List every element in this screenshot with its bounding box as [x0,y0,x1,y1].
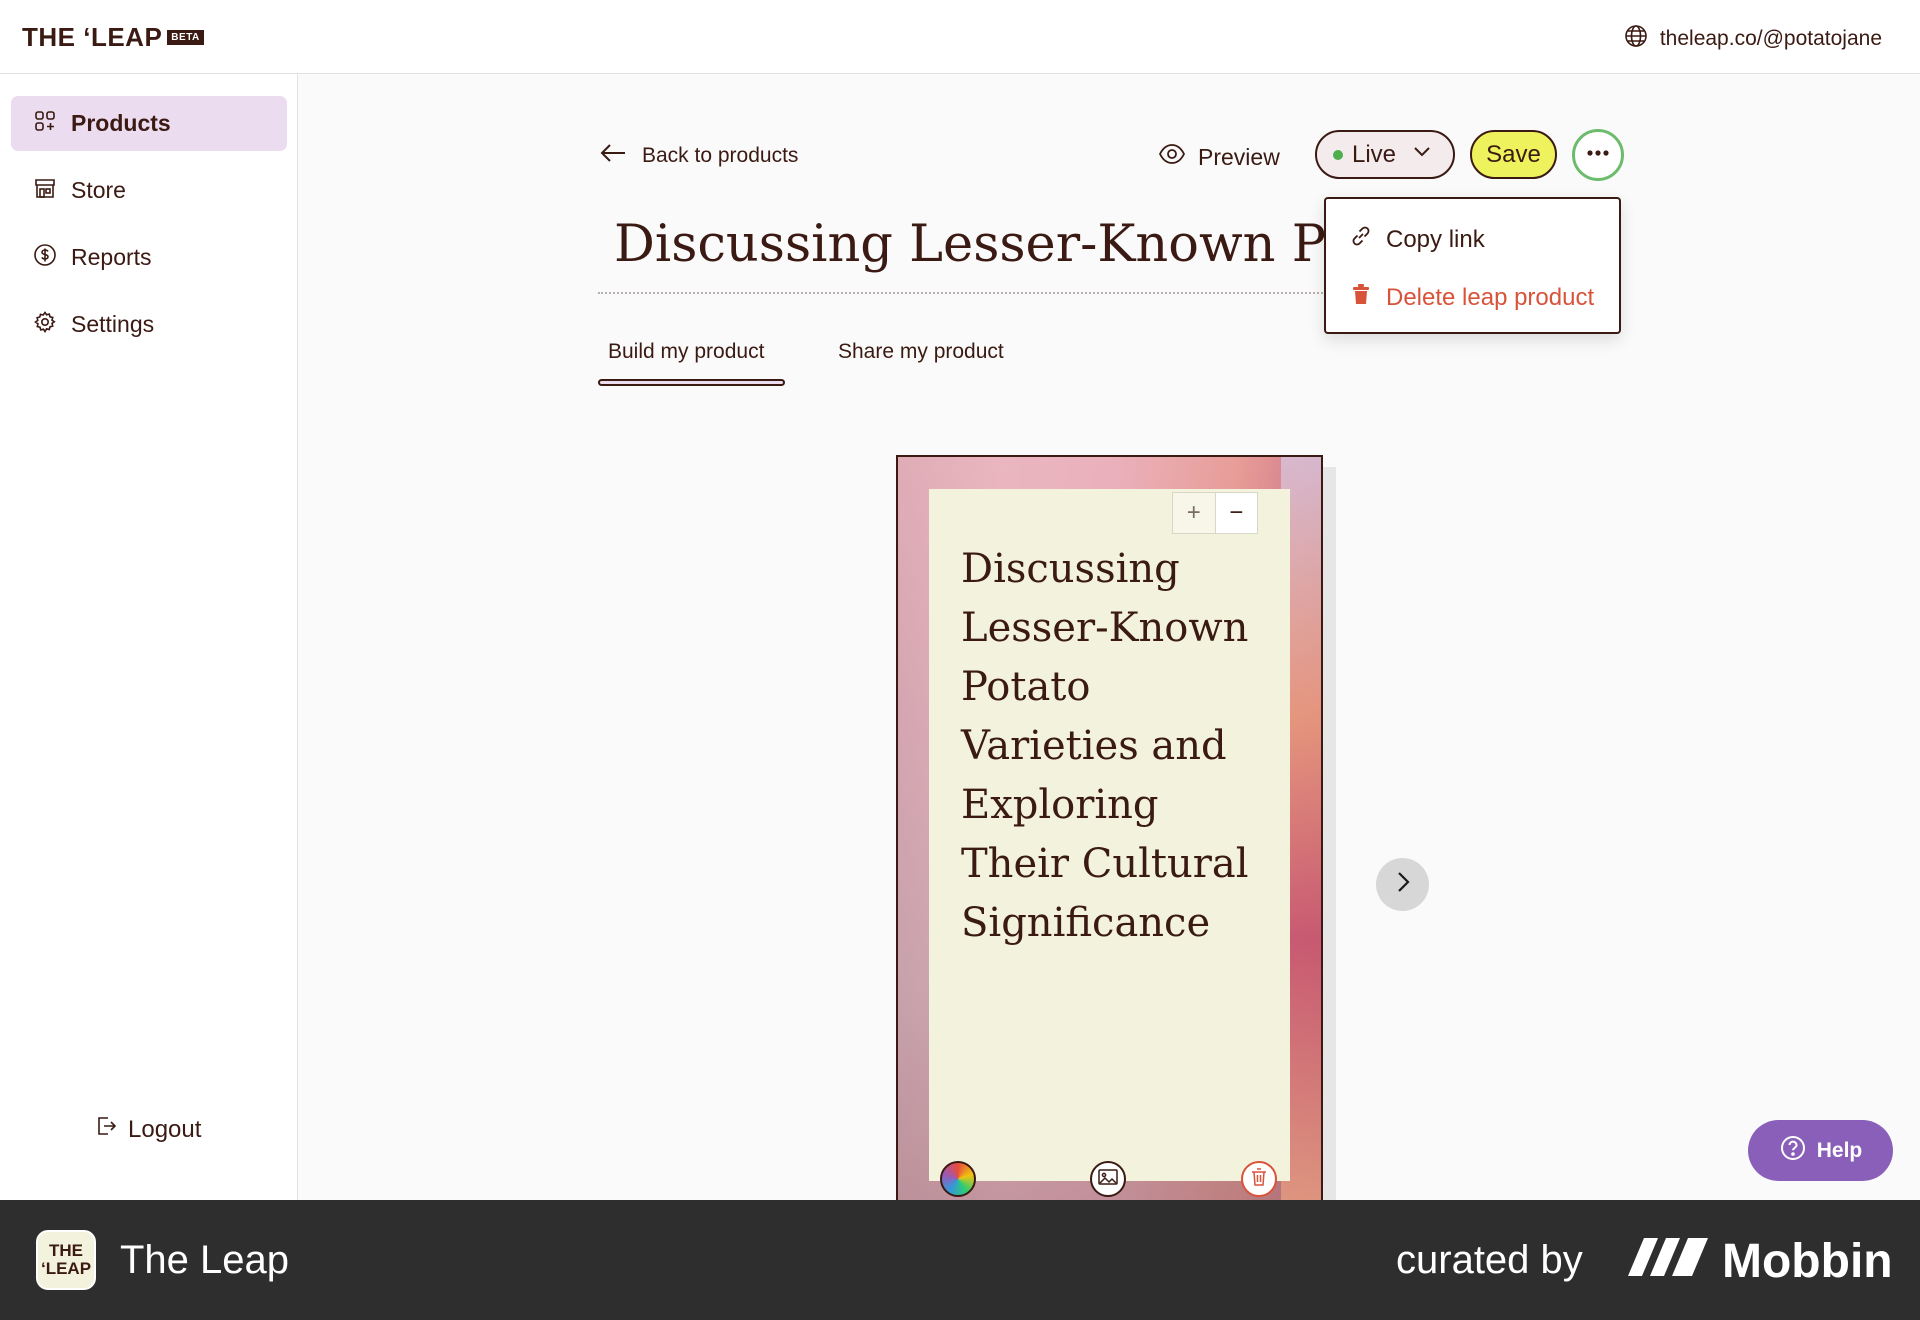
product-title[interactable]: Discussing Lesser-Known Potato Varieties… [614,215,1324,274]
card-title-text[interactable]: Discussing Lesser-Known Potato Varieties… [961,540,1261,953]
sidebar-item-settings[interactable]: Settings [11,297,287,352]
status-dropdown[interactable]: Live [1315,130,1455,179]
logout-button[interactable]: Logout [94,1114,201,1145]
status-label: Live [1352,140,1397,168]
mobbin-logo-icon [1626,1232,1710,1290]
logout-icon [94,1114,118,1145]
back-label: Back to products [642,144,799,167]
sidebar-item-reports[interactable]: Reports [11,230,287,285]
mobbin-wordmark: Mobbin [1722,1234,1893,1288]
curated-by-text: curated by [1396,1238,1583,1282]
question-circle-icon [1779,1134,1807,1168]
sidebar-item-label: Reports [71,244,152,270]
title-underline [598,292,1323,294]
app-icon: THE ‘LEAP [36,1230,96,1290]
beta-badge: BETA [167,30,204,45]
more-options-button[interactable] [1572,129,1624,181]
help-label: Help [1816,1138,1863,1162]
footer-banner: THE ‘LEAP The Leap curated by Mobbin [0,1200,1920,1320]
image-icon [1097,1166,1119,1193]
sidebar: Products Store Reports Settings Logout [0,74,298,1200]
logout-label: Logout [128,1115,202,1143]
link-icon [1348,223,1374,256]
trash-icon [1248,1166,1270,1193]
site-url-text: theleap.co/@potatojane [1659,27,1882,50]
more-options-menu: Copy link Delete leap product [1324,197,1621,334]
delete-label: Delete leap product [1386,283,1595,311]
products-grid-icon [33,109,57,139]
zoom-in-button[interactable]: + [1173,493,1215,533]
trash-icon [1348,281,1374,314]
active-tab-indicator [598,379,785,386]
copy-link-menu-item[interactable]: Copy link [1348,223,1485,256]
chevron-right-icon [1390,869,1416,900]
delete-product-menu-item[interactable]: Delete leap product [1348,281,1594,314]
top-bar: THE ‘LEAP BETA theleap.co/@potatojane [0,0,1920,74]
preview-label: Preview [1198,143,1280,170]
preview-button[interactable]: Preview [1158,140,1280,174]
app-logo[interactable]: THE ‘LEAP BETA [22,22,204,53]
copy-link-label: Copy link [1386,225,1485,253]
zoom-control: + − [1172,492,1258,534]
sidebar-item-label: Products [71,110,171,136]
arrow-left-icon [598,138,628,174]
sidebar-item-store[interactable]: Store [11,163,287,218]
app-icon-line2: ‘LEAP [40,1259,92,1278]
more-horizontal-icon [1584,139,1612,172]
zoom-out-button[interactable]: − [1214,493,1257,533]
chevron-down-icon [1405,140,1433,169]
footer-app-name: The Leap [120,1238,290,1282]
save-button[interactable]: Save [1470,130,1557,179]
next-page-button[interactable] [1376,858,1429,911]
dollar-icon [33,243,57,273]
status-dot [1333,149,1343,160]
back-to-products-link[interactable]: Back to products [598,138,798,174]
tab-build-my-product[interactable]: Build my product [608,340,764,364]
sidebar-item-products[interactable]: Products [11,96,287,151]
gear-icon [33,310,57,340]
site-url-link[interactable]: theleap.co/@potatojane [1624,24,1882,54]
app-icon-line1: THE [49,1241,83,1260]
logo-text: THE ‘LEAP [22,22,163,52]
sidebar-item-label: Store [71,177,126,203]
sidebar-item-label: Settings [71,311,155,337]
mobbin-brand: Mobbin [1626,1232,1893,1290]
tab-share-my-product[interactable]: Share my product [838,340,1004,364]
image-button[interactable] [1090,1161,1126,1197]
delete-card-button[interactable] [1241,1161,1277,1197]
eye-icon [1158,140,1186,174]
help-button[interactable]: Help [1748,1120,1893,1181]
color-picker-button[interactable] [940,1161,976,1197]
globe-icon [1624,24,1648,54]
store-icon [33,176,57,206]
